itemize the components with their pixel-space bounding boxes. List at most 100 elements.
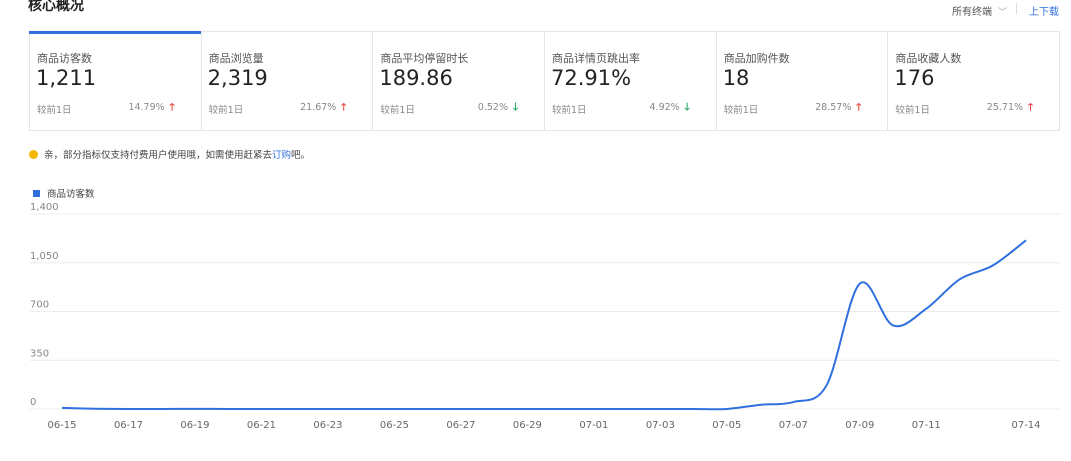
x-tick-label: 06-21 — [247, 420, 276, 431]
data-point[interactable] — [721, 403, 733, 415]
x-tick-label: 07-14 — [1011, 420, 1040, 431]
x-tick-label: 07-09 — [845, 420, 874, 431]
change-percent: 4.92% — [649, 102, 680, 113]
x-tick-label: 07-05 — [712, 420, 741, 431]
arrow-up-icon: 🡑 — [169, 102, 175, 113]
arrow-down-icon: 🡓 — [684, 102, 690, 113]
change-percent: 25.71% — [986, 102, 1024, 113]
y-tick-label: 350 — [30, 348, 49, 359]
data-point[interactable] — [821, 379, 833, 391]
data-point[interactable] — [89, 403, 101, 415]
chart-legend[interactable]: 商品访客数 — [33, 186, 95, 200]
data-point[interactable] — [920, 303, 932, 315]
y-tick-label: 700 — [30, 300, 49, 311]
data-point[interactable] — [987, 260, 999, 272]
header-bar: 核心概况 所有终端 ﹀ 上下载 — [0, 0, 1071, 22]
arrow-down-icon: 🡓 — [512, 102, 519, 113]
metric-label: 商品平均停留时长 — [380, 52, 469, 65]
arrow-up-icon: 🡑 — [1027, 102, 1034, 113]
data-point[interactable] — [455, 403, 467, 415]
paid-feature-notice: 亲，部分指标仅支持付费用户使用哦，如需使用赶紧去 订购 吧。 — [29, 147, 310, 161]
data-point[interactable] — [754, 399, 766, 411]
data-point[interactable] — [688, 403, 700, 415]
change-percent: 0.52% — [477, 102, 509, 113]
warning-dot-icon — [29, 149, 38, 159]
metric-label: 商品访客数 — [37, 52, 92, 65]
metric-card-bounce-rate[interactable]: 商品详情页跳出率 72.91% 较前1日 4.92% 🡓 — [545, 32, 717, 130]
data-point[interactable] — [56, 402, 68, 414]
x-tick-label: 06-17 — [114, 420, 143, 431]
x-tick-label: 07-01 — [579, 420, 608, 431]
change-percent: 14.79% — [128, 102, 165, 113]
data-point[interactable] — [122, 403, 134, 415]
metric-value: 2,319 — [207, 66, 268, 90]
x-tick-label: 06-23 — [313, 420, 342, 431]
metric-label: 商品详情页跳出率 — [552, 52, 641, 65]
data-point[interactable] — [488, 403, 500, 415]
data-point[interactable] — [289, 403, 301, 415]
data-point[interactable] — [422, 403, 434, 415]
data-point[interactable] — [355, 403, 367, 415]
chevron-down-icon: ﹀ — [997, 8, 1007, 18]
metric-value: 1,211 — [36, 66, 97, 90]
x-tick-label: 07-03 — [646, 420, 675, 431]
y-tick-label: 1,050 — [30, 251, 59, 262]
data-point[interactable] — [555, 403, 567, 415]
data-point[interactable] — [388, 403, 400, 415]
metric-label: 商品加购件数 — [723, 52, 790, 65]
series-line-visitors — [61, 239, 1027, 411]
data-point[interactable] — [588, 403, 600, 415]
x-tick-label: 06-19 — [180, 420, 209, 431]
data-point[interactable] — [255, 403, 267, 415]
data-point[interactable] — [189, 403, 201, 415]
data-point[interactable] — [621, 403, 633, 415]
page-title: 核心概况 — [28, 0, 84, 14]
data-point[interactable] — [887, 319, 899, 331]
metric-card-pageviews[interactable]: 商品浏览量 2,319 较前1日 21.67% 🡑 — [202, 32, 374, 130]
metric-card-add-to-cart[interactable]: 商品加购件数 18 较前1日 28.57% 🡑 — [717, 32, 889, 130]
compare-label: 较前1日 — [552, 105, 587, 116]
data-point[interactable] — [322, 403, 334, 415]
metric-value: 72.91% — [551, 66, 632, 90]
data-point[interactable] — [222, 403, 234, 415]
arrow-up-icon: 🡑 — [856, 102, 862, 113]
compare-label: 较前1日 — [380, 105, 415, 116]
x-tick-label: 07-11 — [912, 420, 941, 431]
data-point[interactable] — [954, 273, 966, 285]
x-tick-label: 06-25 — [380, 420, 409, 431]
data-point[interactable] — [1020, 234, 1032, 246]
legend-swatch — [33, 189, 40, 197]
data-point[interactable] — [654, 403, 666, 415]
metric-value: 18 — [722, 66, 750, 90]
terminal-filter-dropdown[interactable]: 所有终端 ﹀ — [952, 3, 1007, 18]
metric-label: 商品浏览量 — [208, 52, 264, 65]
divider — [1016, 3, 1017, 14]
metric-card-avg-stay[interactable]: 商品平均停留时长 189.86 较前1日 0.52% 🡓 — [373, 32, 546, 130]
metric-value: 189.86 — [379, 66, 453, 90]
change-percent: 28.57% — [815, 102, 852, 113]
metric-cards: 商品访客数 1,211 较前1日 14.79% 🡑 商品浏览量 2,319 较前… — [29, 31, 1060, 131]
metric-card-visitors[interactable]: 商品访客数 1,211 较前1日 14.79% 🡑 — [29, 31, 202, 130]
download-link[interactable]: 上下载 — [1029, 3, 1059, 18]
visitors-line-chart: 0 350 700 1,050 1,400 06-15 06-17 06-19 06-21 06-… — [30, 202, 1060, 431]
subscribe-link[interactable]: 订购 — [272, 147, 291, 161]
compare-label: 较前1日 — [895, 105, 930, 116]
x-tick-label: 06-27 — [446, 420, 475, 431]
notice-text: 亲，部分指标仅支持付费用户使用哦，如需使用赶紧去 — [44, 150, 273, 161]
terminal-filter-label: 所有终端 — [951, 7, 992, 18]
notice-suffix: 吧。 — [291, 150, 311, 161]
compare-label: 较前1日 — [208, 105, 244, 116]
metric-value: 176 — [894, 66, 935, 90]
metric-card-favorites[interactable]: 商品收藏人数 176 较前1日 25.71% 🡑 — [888, 32, 1059, 130]
x-tick-label: 07-07 — [779, 420, 808, 431]
change-percent: 21.67% — [300, 102, 337, 113]
data-point[interactable] — [521, 403, 533, 415]
data-point[interactable] — [854, 278, 866, 290]
y-tick-label: 0 — [30, 397, 36, 408]
data-point[interactable] — [787, 396, 799, 408]
legend-label: 商品访客数 — [47, 189, 95, 200]
data-point[interactable] — [156, 403, 168, 415]
arrow-up-icon: 🡑 — [341, 102, 347, 113]
y-tick-label: 1,400 — [30, 202, 59, 213]
compare-label: 较前1日 — [723, 105, 759, 116]
